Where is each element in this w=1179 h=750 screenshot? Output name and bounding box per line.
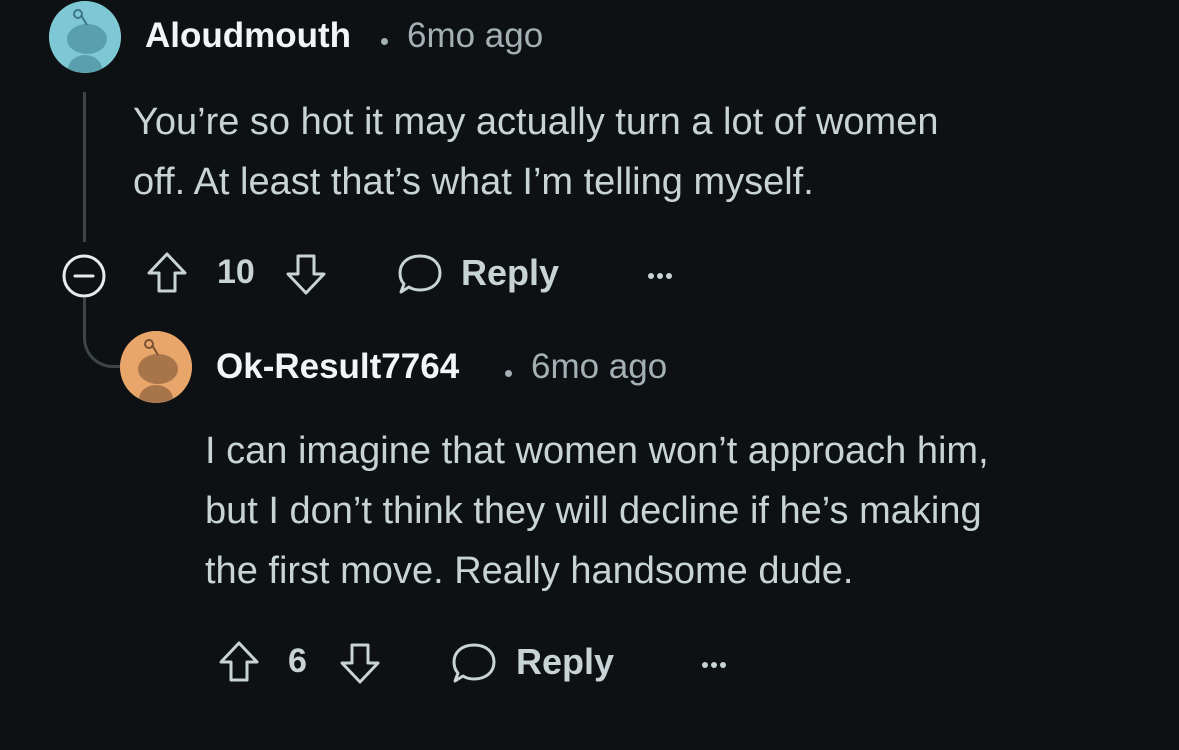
avatar[interactable] xyxy=(120,331,192,403)
thread-line[interactable] xyxy=(83,92,86,242)
arrow-up-icon[interactable] xyxy=(216,639,262,685)
comment-timestamp: 6mo ago xyxy=(407,16,544,55)
speech-bubble-icon[interactable] xyxy=(396,250,444,298)
reply-button[interactable]: Reply xyxy=(516,641,614,683)
reply-button[interactable]: Reply xyxy=(461,252,559,294)
comment-body: I can imagine that women won’t approach … xyxy=(205,430,989,592)
snoo-avatar-icon xyxy=(49,1,121,73)
comment-author[interactable]: Aloudmouth xyxy=(145,16,351,56)
snoo-avatar-icon xyxy=(120,331,192,403)
arrow-down-icon[interactable] xyxy=(283,251,329,297)
arrow-down-icon[interactable] xyxy=(337,640,383,686)
thread-connector-curve xyxy=(83,320,123,368)
avatar[interactable] xyxy=(49,1,121,73)
comment-author[interactable]: Ok-Result7764 xyxy=(216,347,459,387)
ellipsis-icon[interactable] xyxy=(648,266,675,284)
arrow-up-icon[interactable] xyxy=(144,250,190,296)
separator-dot xyxy=(381,38,388,45)
separator-dot xyxy=(505,370,512,377)
comment-timestamp: 6mo ago xyxy=(531,347,668,386)
vote-score: 6 xyxy=(288,642,307,680)
collapse-minus-icon[interactable] xyxy=(60,252,108,300)
speech-bubble-icon[interactable] xyxy=(450,639,498,687)
vote-score: 10 xyxy=(217,253,255,291)
ellipsis-icon[interactable] xyxy=(702,655,729,673)
comment-body: You’re so hot it may actually turn a lot… xyxy=(133,101,939,203)
